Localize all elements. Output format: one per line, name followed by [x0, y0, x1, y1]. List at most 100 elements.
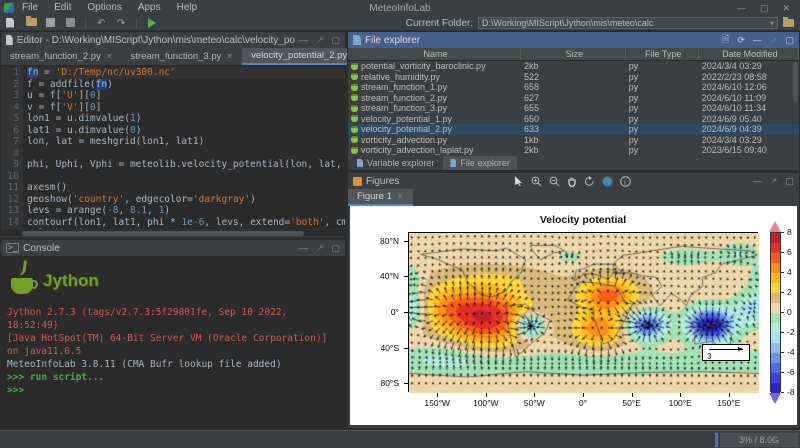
- save-as-icon[interactable]: [66, 18, 80, 29]
- memory-usage[interactable]: 3% / 8.0G: [720, 433, 798, 447]
- save-icon[interactable]: [46, 18, 60, 29]
- globe-icon[interactable]: [602, 176, 613, 187]
- console-float-icon[interactable]: ↗: [316, 243, 324, 254]
- console-minimize-icon[interactable]: —: [299, 243, 308, 253]
- console-line: MeteoInfoLab 3.8.11 (CMA Bufr lookup fil…: [7, 358, 339, 371]
- colorbar-tick-label: 2: [787, 287, 792, 297]
- column-header-file-type[interactable]: File Type: [626, 48, 699, 60]
- menu-edit[interactable]: Edit: [46, 2, 79, 13]
- x-axis-tick-label: 150°E: [717, 398, 740, 408]
- main-toolbar: ↶ ↷ Current Folder: D:\Working\MIScript\…: [0, 16, 800, 31]
- file-explorer-minimize-icon[interactable]: —: [753, 35, 762, 45]
- code-editor[interactable]: 123456789101112131415 fn = 'D:/Temp/nc/u…: [1, 65, 345, 229]
- colorbar-tick-label: 8: [787, 227, 792, 237]
- rotate-icon[interactable]: [584, 176, 595, 187]
- chevron-down-icon[interactable]: ▾: [770, 18, 774, 28]
- python-file-icon: [351, 94, 358, 101]
- colorbar-tick-label: -2: [787, 327, 795, 337]
- figures-float-icon[interactable]: ↗: [770, 176, 778, 187]
- minimize-window-icon[interactable]: —: [737, 3, 746, 14]
- column-header-date-modified[interactable]: Date Modified: [699, 48, 799, 60]
- run-script-icon[interactable]: [148, 18, 162, 29]
- colorbar-tick-label: 0: [787, 307, 792, 317]
- file-table: NameSizeFile TypeDate Modified potential…: [348, 48, 799, 156]
- table-row[interactable]: potential_vorticity_baroclinic.py2kbpy20…: [348, 61, 799, 72]
- table-row[interactable]: velocity_potential_2.py633py2024/6/9 04:…: [348, 124, 799, 135]
- table-row[interactable]: vorticity_advection.py1kbpy2024/3/4 03:2…: [348, 135, 799, 146]
- table-row[interactable]: relative_humidity.py522py2022/2/23 08:58: [348, 72, 799, 83]
- title-bar: FileEditOptionsAppsHelp MeteoInfoLab — ▢…: [0, 0, 800, 16]
- editor-panel-title: Editor - D:\Working\MIScript\Jython\mis\…: [17, 35, 295, 46]
- python-file-icon: [351, 105, 358, 112]
- current-folder-combobox[interactable]: D:\Working\MIScript\Jython\mis\meteo\cal…: [478, 17, 778, 29]
- python-file-icon: [351, 147, 358, 154]
- identify-info-icon[interactable]: i: [620, 176, 631, 187]
- zoom-in-icon[interactable]: [531, 176, 542, 187]
- file-explorer-icon: [353, 35, 361, 45]
- file-explorer-float-icon[interactable]: ↗: [770, 35, 778, 46]
- tab-file-explorer[interactable]: File explorer: [443, 156, 517, 170]
- file-explorer-newdoc-icon[interactable]: 🗎: [722, 32, 729, 48]
- x-axis-tick-label: 100°E: [669, 398, 692, 408]
- colorbar-extend-high: [769, 221, 781, 232]
- new-file-icon[interactable]: [6, 18, 20, 29]
- pan-hand-icon[interactable]: [567, 176, 577, 187]
- code-line: [27, 148, 345, 160]
- editor-tab-stream_function_2.py[interactable]: stream_function_2.py✕: [1, 48, 122, 65]
- tab-variable-explorer[interactable]: Variable explorer: [350, 156, 441, 170]
- table-row[interactable]: stream_function_1.py658py2024/6/10 12:06: [348, 82, 799, 93]
- close-tab-icon[interactable]: ✕: [397, 192, 404, 201]
- editor-float-icon[interactable]: ↗: [316, 35, 324, 46]
- y-axis-tick-label: 80°N: [373, 236, 399, 246]
- table-row[interactable]: stream_function_2.py627py2024/6/10 11:09: [348, 93, 799, 104]
- close-window-icon[interactable]: ✕: [782, 3, 790, 14]
- figures-minimize-icon[interactable]: —: [753, 176, 762, 186]
- explorer-bottom-tabs: Variable explorerFile explorer: [348, 155, 517, 170]
- editor-horizontal-scrollbar[interactable]: [1, 229, 345, 236]
- editor-minimize-icon[interactable]: —: [299, 35, 308, 45]
- code-line: [27, 171, 345, 183]
- python-file-icon: [351, 115, 358, 122]
- code-line: v = f['V'][0]: [27, 102, 345, 114]
- file-explorer-maximize-icon[interactable]: ▢: [785, 35, 794, 46]
- column-header-name[interactable]: Name: [348, 48, 521, 60]
- open-folder-icon[interactable]: [26, 18, 40, 29]
- figure-toolbar: i: [514, 176, 631, 187]
- editor-icon: [6, 35, 13, 45]
- console-output[interactable]: Jython Jython 2.7.3 (tags/v2.7.3:5f29801…: [1, 256, 345, 428]
- close-tab-icon[interactable]: ✕: [106, 52, 113, 61]
- console-panel-title: Console: [23, 243, 60, 254]
- figure-tab-figure-1[interactable]: Figure 1✕: [348, 189, 413, 206]
- editor-panel: Editor - D:\Working\MIScript\Jython\mis\…: [0, 31, 346, 238]
- console-line: Jython 2.7.3 (tags/v2.7.3:5f29801fe, Sep…: [7, 306, 339, 332]
- figures-maximize-icon[interactable]: ▢: [785, 176, 794, 187]
- table-row[interactable]: velocity_potential_1.py650py2024/6/9 05:…: [348, 114, 799, 125]
- table-row[interactable]: vorticity_advection_laplat.py2kbpy2023/6…: [348, 145, 799, 156]
- menu-help[interactable]: Help: [169, 2, 206, 13]
- zoom-out-icon[interactable]: [549, 176, 560, 187]
- browse-folder-icon[interactable]: [783, 19, 794, 27]
- console-line: [Java HotSpot(TM) 64-Bit Server VM (Orac…: [7, 332, 339, 358]
- menu-options[interactable]: Options: [79, 2, 129, 13]
- console-maximize-icon[interactable]: ▢: [331, 243, 340, 254]
- editor-tab-bar: stream_function_2.py✕stream_function_3.p…: [1, 48, 345, 65]
- close-tab-icon[interactable]: ✕: [226, 52, 233, 61]
- column-header-size[interactable]: Size: [521, 48, 626, 60]
- redo-icon[interactable]: ↷: [117, 18, 131, 29]
- file-table-scrollbar[interactable]: [793, 62, 798, 102]
- figure-canvas-area[interactable]: Velocity potential 150°W100°W50°W0°50°E1…: [350, 206, 797, 425]
- file-table-header: NameSizeFile TypeDate Modified: [348, 48, 799, 61]
- select-arrow-icon[interactable]: [514, 176, 524, 186]
- menu-apps[interactable]: Apps: [130, 2, 169, 13]
- table-row[interactable]: stream_function_3.py655py2024/6/10 11:34: [348, 103, 799, 114]
- undo-icon[interactable]: ↶: [97, 18, 111, 29]
- menu-file[interactable]: File: [14, 2, 46, 13]
- refresh-icon[interactable]: ⟳: [737, 35, 745, 46]
- code-line: lon, lat = meshgrid(lon1, lat1): [27, 136, 345, 148]
- y-axis-tick-label: 40°S: [373, 343, 399, 353]
- editor-tab-stream_function_3.py[interactable]: stream_function_3.py✕: [122, 48, 243, 65]
- x-axis-tick-label: 100°W: [473, 398, 499, 408]
- editor-maximize-icon[interactable]: ▢: [331, 35, 340, 46]
- line-number-gutter: 123456789101112131415: [1, 67, 23, 229]
- maximize-window-icon[interactable]: ▢: [760, 3, 769, 14]
